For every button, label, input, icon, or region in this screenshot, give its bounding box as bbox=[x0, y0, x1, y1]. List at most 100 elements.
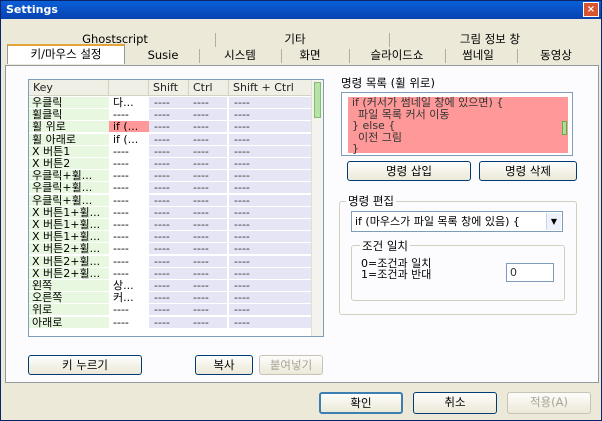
shift-ctrl-cell[interactable]: ---- bbox=[229, 182, 315, 194]
tab-video[interactable]: 동영상 bbox=[523, 47, 589, 64]
shift-cell[interactable]: ---- bbox=[149, 243, 189, 255]
key-cell[interactable]: 우클릭+휠... bbox=[29, 182, 109, 194]
command-cell[interactable]: ---- bbox=[109, 243, 149, 255]
shift-cell[interactable]: ---- bbox=[149, 109, 189, 121]
header-shift-ctrl[interactable]: Shift + Ctrl bbox=[229, 80, 315, 96]
ctrl-cell[interactable]: ---- bbox=[189, 255, 227, 267]
command-cell[interactable]: ---- bbox=[109, 182, 149, 194]
tab-misc[interactable]: 기타 bbox=[265, 31, 325, 48]
shift-cell[interactable]: ---- bbox=[149, 280, 189, 291]
shift-cell[interactable]: ---- bbox=[149, 145, 189, 157]
tab-display[interactable]: 화면 bbox=[285, 47, 335, 64]
shift-ctrl-cell[interactable]: ---- bbox=[229, 280, 315, 291]
shift-ctrl-cell[interactable]: ---- bbox=[229, 158, 315, 169]
key-cell[interactable]: X 버튼2+휠... bbox=[29, 243, 109, 255]
close-button[interactable]: × bbox=[583, 2, 599, 17]
table-scrollbar[interactable] bbox=[311, 80, 323, 336]
command-cell[interactable]: ---- bbox=[109, 158, 149, 169]
command-cell[interactable]: ---- bbox=[109, 255, 149, 267]
key-cell[interactable]: 우클릭+휠... bbox=[29, 170, 109, 182]
shift-cell[interactable]: ---- bbox=[149, 267, 189, 279]
shift-cell[interactable]: ---- bbox=[149, 292, 189, 304]
ctrl-cell[interactable]: ---- bbox=[189, 243, 227, 255]
table-row[interactable]: X 버튼1+휠... ---- ---- ---- ---- bbox=[29, 231, 315, 243]
header-command[interactable] bbox=[109, 80, 149, 96]
command-cell[interactable]: ---- bbox=[109, 316, 149, 328]
command-cell[interactable]: if (... bbox=[109, 133, 149, 145]
command-list[interactable]: if (커서가 썸네일 창에 있으면) { 파일 목록 커서 이동 } else… bbox=[341, 92, 573, 156]
table-row[interactable]: X 버튼1+휠... ---- ---- ---- ---- bbox=[29, 219, 315, 230]
ctrl-cell[interactable]: ---- bbox=[189, 158, 227, 169]
shift-ctrl-cell[interactable]: ---- bbox=[229, 243, 315, 255]
ctrl-cell[interactable]: ---- bbox=[189, 267, 227, 279]
key-cell[interactable]: X 버튼1 bbox=[29, 145, 109, 157]
shift-ctrl-cell[interactable]: ---- bbox=[229, 121, 315, 133]
shift-ctrl-cell[interactable]: ---- bbox=[229, 255, 315, 267]
table-row[interactable]: X 버튼1+휠... ---- ---- ---- ---- bbox=[29, 206, 315, 218]
tab-image-info[interactable]: 그림 정보 창 bbox=[445, 31, 535, 48]
ctrl-cell[interactable]: ---- bbox=[189, 97, 227, 108]
command-cell[interactable]: ---- bbox=[109, 194, 149, 206]
header-key[interactable]: Key bbox=[29, 80, 109, 96]
table-row[interactable]: 우클릭+휠... ---- ---- ---- ---- bbox=[29, 170, 315, 182]
shift-ctrl-cell[interactable]: ---- bbox=[229, 231, 315, 243]
ctrl-cell[interactable]: ---- bbox=[189, 316, 227, 328]
command-cell[interactable]: 다... bbox=[109, 97, 149, 108]
press-key-button[interactable]: 키 누르기 bbox=[28, 355, 142, 375]
paste-button[interactable]: 붙여넣기 bbox=[259, 355, 323, 375]
shift-cell[interactable]: ---- bbox=[149, 133, 189, 145]
shift-ctrl-cell[interactable]: ---- bbox=[229, 170, 315, 182]
command-list-scroll-thumb[interactable] bbox=[562, 121, 567, 135]
cancel-button[interactable]: 취소 bbox=[413, 392, 497, 414]
shift-ctrl-cell[interactable]: ---- bbox=[229, 219, 315, 230]
chevron-down-icon[interactable]: ▼ bbox=[546, 213, 561, 230]
header-ctrl[interactable]: Ctrl bbox=[189, 80, 229, 96]
key-cell[interactable]: 아래로 bbox=[29, 316, 109, 328]
key-cell[interactable]: X 버튼1+휠... bbox=[29, 219, 109, 230]
tab-system[interactable]: 시스템 bbox=[205, 47, 275, 64]
key-binding-table[interactable]: Key Shift Ctrl Shift + Ctrl 우클릭 다... ---- -… bbox=[28, 79, 324, 337]
key-cell[interactable]: 우클릭+휠... bbox=[29, 194, 109, 206]
command-cell[interactable]: if (... bbox=[109, 121, 149, 133]
ctrl-cell[interactable]: ---- bbox=[189, 109, 227, 121]
command-cell[interactable]: 상... bbox=[109, 280, 149, 291]
ctrl-cell[interactable]: ---- bbox=[189, 145, 227, 157]
shift-ctrl-cell[interactable]: ---- bbox=[229, 292, 315, 304]
copy-button[interactable]: 복사 bbox=[195, 355, 253, 375]
table-row[interactable]: 우클릭+휠... ---- ---- ---- ---- bbox=[29, 182, 315, 194]
shift-ctrl-cell[interactable]: ---- bbox=[229, 145, 315, 157]
ctrl-cell[interactable]: ---- bbox=[189, 292, 227, 304]
table-row[interactable]: 휠 아래로 if (... ---- ---- ---- bbox=[29, 133, 315, 145]
shift-cell[interactable]: ---- bbox=[149, 206, 189, 218]
command-cell[interactable]: ---- bbox=[109, 206, 149, 218]
key-cell[interactable]: X 버튼1+휠... bbox=[29, 206, 109, 218]
ctrl-cell[interactable]: ---- bbox=[189, 304, 227, 316]
table-row[interactable]: 우클릭+휠... ---- ---- ---- ---- bbox=[29, 194, 315, 206]
insert-command-button[interactable]: 명령 삽입 bbox=[347, 161, 471, 181]
ctrl-cell[interactable]: ---- bbox=[189, 206, 227, 218]
ctrl-cell[interactable]: ---- bbox=[189, 182, 227, 194]
condition-value-input[interactable]: 0 bbox=[506, 263, 554, 282]
shift-ctrl-cell[interactable]: ---- bbox=[229, 316, 315, 328]
shift-ctrl-cell[interactable]: ---- bbox=[229, 109, 315, 121]
key-cell[interactable]: 왼쪽 bbox=[29, 280, 109, 291]
table-row[interactable]: X 버튼1 ---- ---- ---- ---- bbox=[29, 145, 315, 157]
key-cell[interactable]: X 버튼2 bbox=[29, 158, 109, 169]
ctrl-cell[interactable]: ---- bbox=[189, 133, 227, 145]
table-scroll-thumb[interactable] bbox=[314, 82, 321, 118]
shift-cell[interactable]: ---- bbox=[149, 97, 189, 108]
command-list-selection[interactable]: if (커서가 썸네일 창에 있으면) { 파일 목록 커서 이동 } else… bbox=[348, 97, 568, 154]
key-cell[interactable]: 휠클릭 bbox=[29, 109, 109, 121]
shift-ctrl-cell[interactable]: ---- bbox=[229, 97, 315, 108]
tab-slideshow[interactable]: 슬라이드쇼 bbox=[355, 47, 439, 64]
table-row[interactable]: X 버튼2+휠... ---- ---- ---- ---- bbox=[29, 243, 315, 255]
key-cell[interactable]: X 버튼1+휠... bbox=[29, 231, 109, 243]
header-shift[interactable]: Shift bbox=[149, 80, 189, 96]
command-cell[interactable]: ---- bbox=[109, 170, 149, 182]
key-cell[interactable]: 우클릭 bbox=[29, 97, 109, 108]
shift-ctrl-cell[interactable]: ---- bbox=[229, 304, 315, 316]
tab-key-mouse[interactable]: 키/마우스 설정 bbox=[7, 44, 125, 64]
shift-cell[interactable]: ---- bbox=[149, 194, 189, 206]
shift-cell[interactable]: ---- bbox=[149, 158, 189, 169]
table-row[interactable]: 아래로 ---- ---- ---- ---- bbox=[29, 316, 315, 328]
